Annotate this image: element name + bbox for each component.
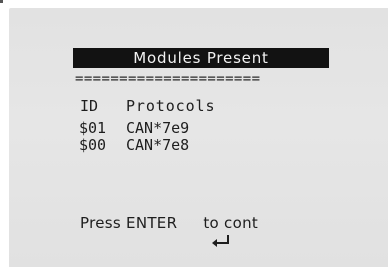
module-row[interactable]: $00 CAN*7e8 [79,136,189,154]
title-separator: ===================== [75,71,261,87]
footer-prompt: Press ENTER to cont [80,214,259,247]
module-id: $00 [79,136,107,154]
screen-title: Modules Present [73,48,329,68]
protocols-column-header: Protocols [126,97,216,115]
module-protocol: CAN*7e8 [126,136,190,154]
device-frame: Modules Present ===================== ID… [0,0,388,267]
id-column-header: ID [80,97,99,115]
corner-mark [0,0,3,3]
module-id: $01 [79,119,107,137]
footer-prefix: Press ENTER [80,214,178,232]
module-protocol: CAN*7e9 [126,119,190,137]
footer-suffix: to cont [203,214,259,232]
enter-icon[interactable] [180,216,229,247]
module-row[interactable]: $01 CAN*7e9 [79,119,189,137]
